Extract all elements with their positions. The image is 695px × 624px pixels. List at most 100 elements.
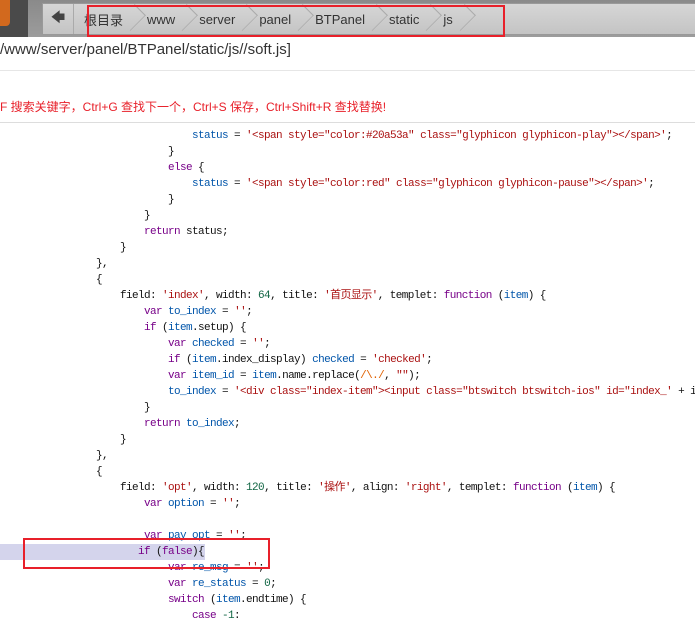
- code-token: (: [560, 482, 574, 494]
- code-token: , title:: [270, 290, 325, 302]
- code-line[interactable]: field: 'opt', width: 120, title: '操作', a…: [0, 480, 695, 496]
- code-line[interactable]: },: [0, 256, 695, 272]
- code-token: ;: [246, 306, 253, 318]
- annotation-box-breadcrumb: [87, 5, 505, 37]
- code-token: field:: [120, 290, 163, 302]
- code-token: 'right': [404, 482, 448, 494]
- code-line[interactable]: var checked = '';: [0, 336, 695, 352]
- code-line[interactable]: if (item.index_display) checked = 'check…: [0, 352, 695, 368]
- code-token: '<span style="color:red" class="glyphico…: [246, 178, 649, 190]
- code-line[interactable]: {: [0, 464, 695, 480]
- code-token: item: [216, 594, 241, 606]
- code-token: if: [168, 354, 181, 366]
- code-token: item: [503, 290, 529, 302]
- code-token: "": [396, 370, 409, 382]
- code-token: status: [192, 178, 229, 190]
- code-token: ) {: [596, 482, 616, 494]
- code-line[interactable]: var item_id = item.name.replace(/\./, ""…: [0, 368, 695, 384]
- code-token: 'checked': [372, 354, 427, 366]
- code-line[interactable]: else {: [0, 160, 695, 176]
- file-path: /www/server/panel/BTPanel/static/js//sof…: [0, 41, 291, 58]
- code-line[interactable]: }: [0, 240, 695, 256]
- divider: [0, 122, 695, 123]
- code-token: to_index: [168, 306, 217, 318]
- code-line[interactable]: }: [0, 432, 695, 448]
- code-token: function: [443, 290, 493, 302]
- code-token: 64: [258, 290, 271, 302]
- code-token: .name.replace(: [276, 370, 361, 382]
- code-line[interactable]: {: [0, 272, 695, 288]
- code-line[interactable]: status = '<span style="color:#20a53a" cl…: [0, 128, 695, 144]
- code-line[interactable]: }: [0, 400, 695, 416]
- shortcut-hint: F 搜索关键字，Ctrl+G 查找下一个，Ctrl+S 保存，Ctrl+Shif…: [0, 100, 387, 114]
- code-token: );: [408, 370, 421, 382]
- code-line[interactable]: field: 'index', width: 64, title: '首页显示'…: [0, 288, 695, 304]
- code-token: .endtime) {: [240, 594, 307, 606]
- code-token: ;: [264, 338, 271, 350]
- code-token: '<span style="color:#20a53a" class="glyp…: [246, 130, 667, 142]
- code-line[interactable]: case -1:: [0, 608, 695, 624]
- code-token: status: [192, 130, 229, 142]
- code-token: '<div class="index-item"><input class="b…: [234, 386, 673, 398]
- code-line[interactable]: status = '<span style="color:red" class=…: [0, 176, 695, 192]
- code-line[interactable]: },: [0, 448, 695, 464]
- code-token: return: [144, 226, 181, 238]
- arrow-left-icon[interactable]: 🡄: [43, 4, 74, 34]
- code-line[interactable]: return to_index;: [0, 416, 695, 432]
- code-token: 'opt': [162, 482, 193, 494]
- app-icon: [0, 0, 10, 26]
- code-token: var: [144, 498, 163, 510]
- code-line[interactable]: var to_index = '';: [0, 304, 695, 320]
- code-token: },: [96, 258, 109, 270]
- code-token: item: [192, 354, 217, 366]
- code-token: var: [144, 306, 163, 318]
- code-line[interactable]: if (item.setup) {: [0, 320, 695, 336]
- code-token: , title:: [264, 482, 319, 494]
- code-token: item: [572, 482, 598, 494]
- code-token: , templet:: [377, 290, 444, 302]
- code-line[interactable]: to_index = '<div class="index-item"><inp…: [0, 384, 695, 400]
- code-line[interactable]: [0, 512, 695, 528]
- code-token: function: [512, 482, 562, 494]
- code-line[interactable]: }: [0, 208, 695, 224]
- code-token: var: [168, 338, 187, 350]
- code-line[interactable]: var option = '';: [0, 496, 695, 512]
- code-token: (: [491, 290, 505, 302]
- code-token: , width:: [192, 482, 247, 494]
- code-token: if: [144, 322, 157, 334]
- code-line[interactable]: }: [0, 144, 695, 160]
- code-line[interactable]: var re_status = 0;: [0, 576, 695, 592]
- code-token: ;: [666, 130, 673, 142]
- code-token: item: [252, 370, 277, 382]
- code-token: to_index: [168, 386, 217, 398]
- code-token: }: [168, 146, 175, 158]
- code-token: },: [96, 450, 109, 462]
- code-line[interactable]: }: [0, 192, 695, 208]
- code-token: {: [96, 274, 103, 286]
- code-token: , width:: [204, 290, 259, 302]
- code-line[interactable]: return status;: [0, 224, 695, 240]
- code-token: =: [354, 354, 373, 366]
- code-token: ;: [234, 418, 241, 430]
- code-token: to_index: [186, 418, 235, 430]
- code-token: ;: [234, 498, 241, 510]
- code-token: (: [204, 594, 217, 606]
- code-token: (: [180, 354, 193, 366]
- code-token: var: [168, 578, 187, 590]
- code-line[interactable]: switch (item.endtime) {: [0, 592, 695, 608]
- window-edge: [0, 0, 28, 37]
- code-token: 'index': [162, 290, 205, 302]
